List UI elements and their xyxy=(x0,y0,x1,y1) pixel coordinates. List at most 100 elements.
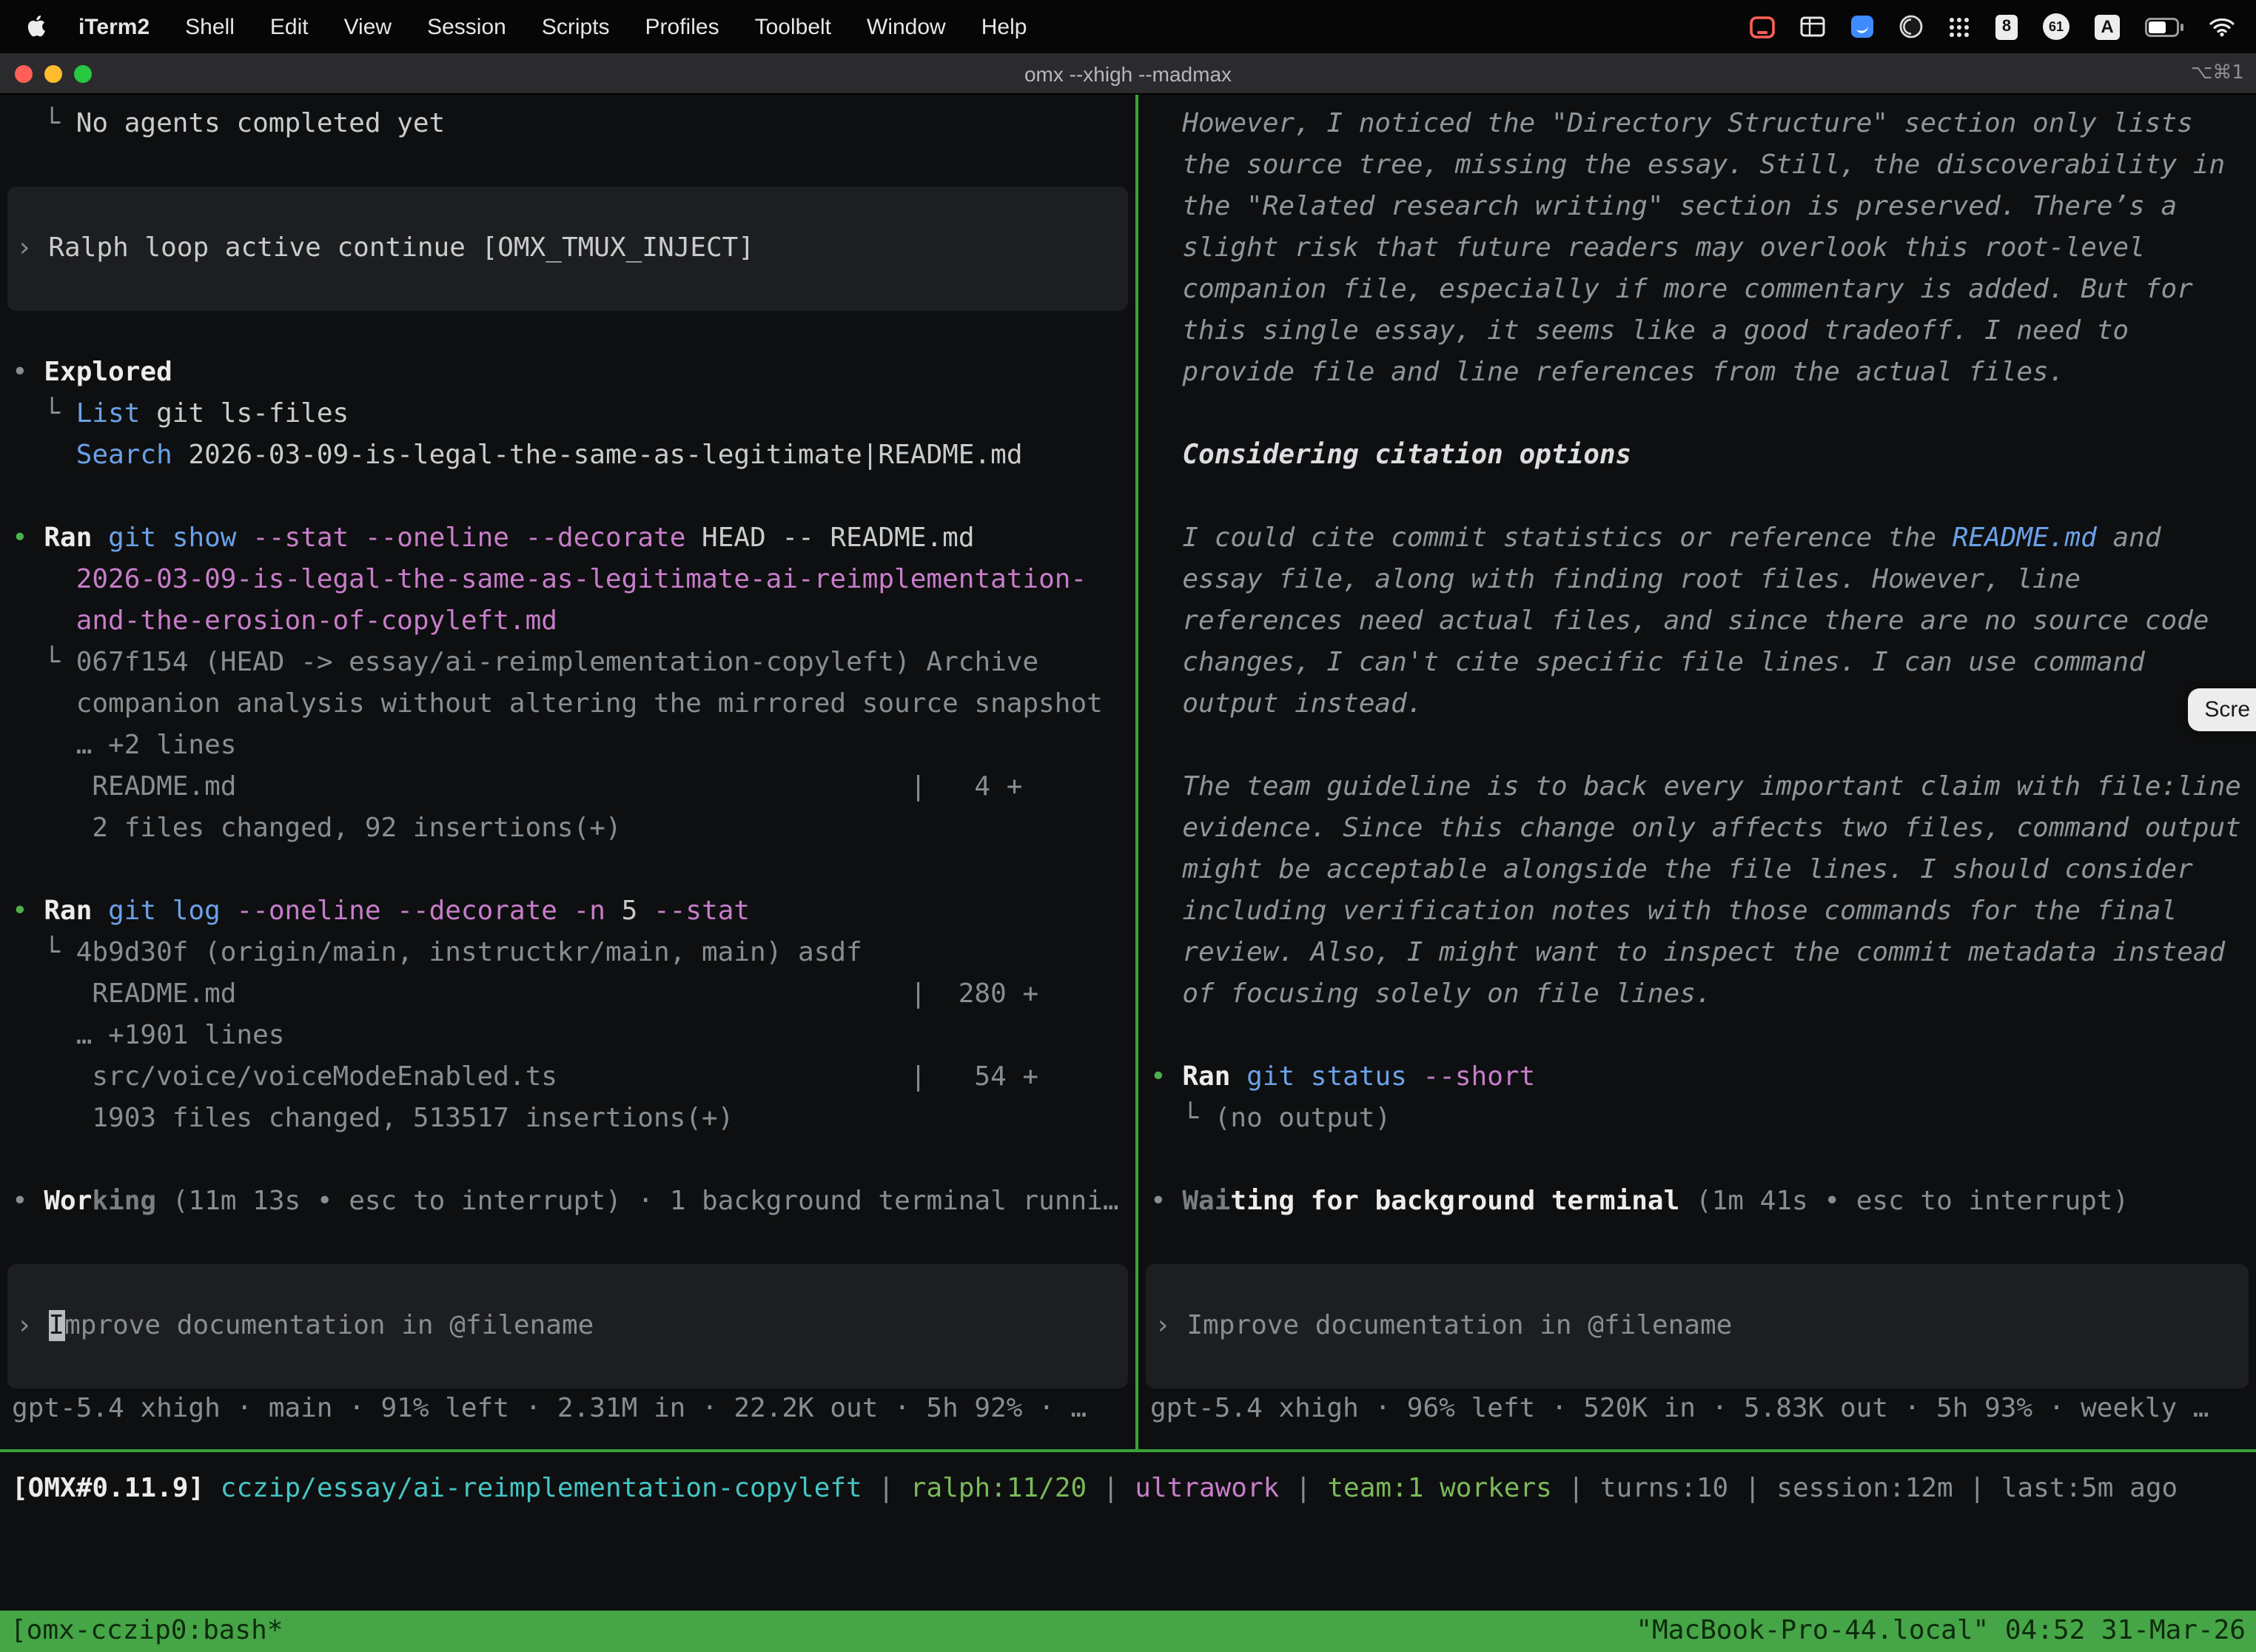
terminal-line: including verification notes with those … xyxy=(1138,891,2256,933)
terminal-line: 2 files changed, 92 insertions(+) xyxy=(0,808,1135,850)
terminal-line: [OMX#0.11.9] cczip/essay/ai-reimplementa… xyxy=(0,1468,2256,1510)
left-composer-input[interactable]: › Improve documentation in @filename xyxy=(7,1264,1128,1389)
menu-item-scripts[interactable]: Scripts xyxy=(524,14,628,39)
omx-status-pane: [OMX#0.11.9] cczip/essay/ai-reimplementa… xyxy=(0,1449,2256,1611)
window-manager-icon[interactable] xyxy=(1800,16,1825,37)
terminal-line: companion file, especially if more comme… xyxy=(1138,269,2256,311)
terminal-line: • Working (11m 13s • esc to interrupt) ·… xyxy=(0,1181,1135,1223)
terminal-line: └ List git ls-files xyxy=(0,394,1135,435)
terminal-line: └ 067f154 (HEAD -> essay/ai-reimplementa… xyxy=(0,642,1135,684)
terminal-line: └ No agents completed yet xyxy=(0,104,1135,145)
left-scrollback: • Explored └ List git ls-files Search 20… xyxy=(0,311,1135,1264)
terminal-line: README.md | 4 + xyxy=(0,767,1135,808)
terminal-line: › Improve documentation in @filename xyxy=(1146,1306,1732,1347)
browser-icon[interactable] xyxy=(1899,15,1923,38)
menu-item-help[interactable]: Help xyxy=(964,14,1045,39)
ralph-loop-banner: › Ralph loop active continue [OMX_TMUX_I… xyxy=(7,187,1128,311)
menu-item-shell[interactable]: Shell xyxy=(167,14,252,39)
input-source-icon[interactable]: A xyxy=(2095,14,2120,39)
window-title-bar: omx --xhigh --madmax ⌥⌘1 xyxy=(0,53,2256,95)
menu-item-toolbelt[interactable]: Toolbelt xyxy=(737,14,849,39)
right-pane[interactable]: However, I noticed the "Directory Struct… xyxy=(1138,95,2256,1449)
terminal-line xyxy=(0,850,1135,891)
terminal-line: README.md | 280 + xyxy=(0,974,1135,1015)
traffic-lights xyxy=(0,64,92,82)
terminal-line: the "Related research writing" section i… xyxy=(1138,187,2256,228)
terminal-line: However, I noticed the "Directory Struct… xyxy=(1138,104,2256,145)
tmux-panes: └ No agents completed yet › Ralph loop a… xyxy=(0,95,2256,1449)
terminal-line xyxy=(1138,1140,2256,1181)
right-scrollback: However, I noticed the "Directory Struct… xyxy=(1138,104,2256,1264)
terminal-line: src/voice/voiceModeEnabled.ts | 54 + xyxy=(0,1057,1135,1098)
terminal-line xyxy=(0,311,1135,352)
apple-menu-icon[interactable] xyxy=(21,15,61,38)
menu-bar-status-icons: 8 61 A xyxy=(1750,13,2235,40)
terminal-line: provide file and line references from th… xyxy=(1138,352,2256,394)
menu-item-view[interactable]: View xyxy=(326,14,410,39)
terminal-line: output instead. xyxy=(1138,684,2256,725)
menu-item-session[interactable]: Session xyxy=(409,14,524,39)
terminal-line xyxy=(0,1223,1135,1264)
terminal-line: … +1901 lines xyxy=(0,1015,1135,1057)
terminal-line: might be acceptable alongside the file l… xyxy=(1138,850,2256,891)
left-pane[interactable]: └ No agents completed yet › Ralph loop a… xyxy=(0,95,1135,1449)
terminal-line: • Explored xyxy=(0,352,1135,394)
tmux-host-clock-label: "MacBook-Pro-44.local" 04:52 31-Mar-26 xyxy=(1636,1611,2246,1652)
blue-app-icon[interactable] xyxy=(1850,15,1874,38)
minimize-button[interactable] xyxy=(44,64,62,82)
terminal-line: • Ran git show --stat --oneline --decora… xyxy=(0,518,1135,560)
terminal-line: essay file, along with finding root file… xyxy=(1138,560,2256,601)
close-button[interactable] xyxy=(15,64,33,82)
left-model-status-line: gpt-5.4 xhigh · main · 91% left · 2.31M … xyxy=(0,1389,1135,1430)
keycap-8-icon[interactable]: 8 xyxy=(1995,14,2018,39)
terminal-line: › Ralph loop active continue [OMX_TMUX_I… xyxy=(7,228,754,269)
terminal-line: references need actual files, and since … xyxy=(1138,601,2256,642)
window-shortcut-badge: ⌥⌘1 xyxy=(2190,62,2256,84)
dots-grid-icon[interactable] xyxy=(1948,16,1970,38)
left-composer-text: › Improve documentation in @filename xyxy=(7,1306,594,1347)
zoom-button[interactable] xyxy=(74,64,92,82)
right-composer-text: › Improve documentation in @filename xyxy=(1146,1306,1732,1347)
battery-percent-icon[interactable]: 61 xyxy=(2043,13,2069,40)
terminal-line: … +2 lines xyxy=(0,725,1135,767)
terminal-line: changes, I can't cite specific file line… xyxy=(1138,642,2256,684)
terminal-line: of focusing solely on file lines. xyxy=(1138,974,2256,1015)
terminal-line: Considering citation options xyxy=(1138,435,2256,477)
terminal-line: Search 2026-03-09-is-legal-the-same-as-l… xyxy=(0,435,1135,477)
notification-sliver[interactable]: Scre xyxy=(2188,688,2256,731)
terminal-line xyxy=(1138,394,2256,435)
terminal-line: the source tree, missing the essay. Stil… xyxy=(1138,145,2256,187)
tmux-status-bar: [omx-cczip0:bash* "MacBook-Pro-44.local"… xyxy=(0,1611,2256,1652)
menu-item-profiles[interactable]: Profiles xyxy=(628,14,737,39)
menu-item-edit[interactable]: Edit xyxy=(252,14,326,39)
terminal-line: └ (no output) xyxy=(1138,1098,2256,1140)
menu-item-window[interactable]: Window xyxy=(849,14,964,39)
terminal-line: 2026-03-09-is-legal-the-same-as-legitima… xyxy=(0,560,1135,601)
terminal-line xyxy=(0,145,1135,187)
terminal-line: 1903 files changed, 513517 insertions(+) xyxy=(0,1098,1135,1140)
wifi-icon[interactable] xyxy=(2209,16,2235,37)
battery-icon[interactable] xyxy=(2145,17,2183,36)
terminal-line: review. Also, I might want to inspect th… xyxy=(1138,933,2256,974)
terminal-line xyxy=(1138,725,2256,767)
terminal-line: I could cite commit statistics or refere… xyxy=(1138,518,2256,560)
screen-recording-icon[interactable] xyxy=(1750,16,1775,38)
right-composer-input[interactable]: › Improve documentation in @filename xyxy=(1146,1264,2249,1389)
menu-item-iterm2[interactable]: iTerm2 xyxy=(61,14,167,39)
terminal-line: • Waiting for background terminal (1m 41… xyxy=(1138,1181,2256,1223)
window-title: omx --xhigh --madmax xyxy=(0,61,2256,85)
screen: iTerm2 Shell Edit View Session Scripts P… xyxy=(0,0,2256,1652)
terminal-line xyxy=(1138,1223,2256,1264)
terminal-line: › Improve documentation in @filename xyxy=(7,1306,594,1347)
terminal-line xyxy=(0,1140,1135,1181)
terminal-line xyxy=(0,477,1135,518)
tmux-session-window-label: [omx-cczip0:bash* xyxy=(10,1611,283,1652)
left-scrollback-top: └ No agents completed yet xyxy=(0,104,1135,187)
terminal-line: slight risk that future readers may over… xyxy=(1138,228,2256,269)
ralph-loop-banner-line: › Ralph loop active continue [OMX_TMUX_I… xyxy=(7,228,754,269)
terminal-line: The team guideline is to back every impo… xyxy=(1138,767,2256,808)
terminal-line: this single essay, it seems like a good … xyxy=(1138,311,2256,352)
terminal-line xyxy=(1138,477,2256,518)
omx-status-line: [OMX#0.11.9] cczip/essay/ai-reimplementa… xyxy=(0,1468,2256,1510)
terminal-line: companion analysis without altering the … xyxy=(0,684,1135,725)
